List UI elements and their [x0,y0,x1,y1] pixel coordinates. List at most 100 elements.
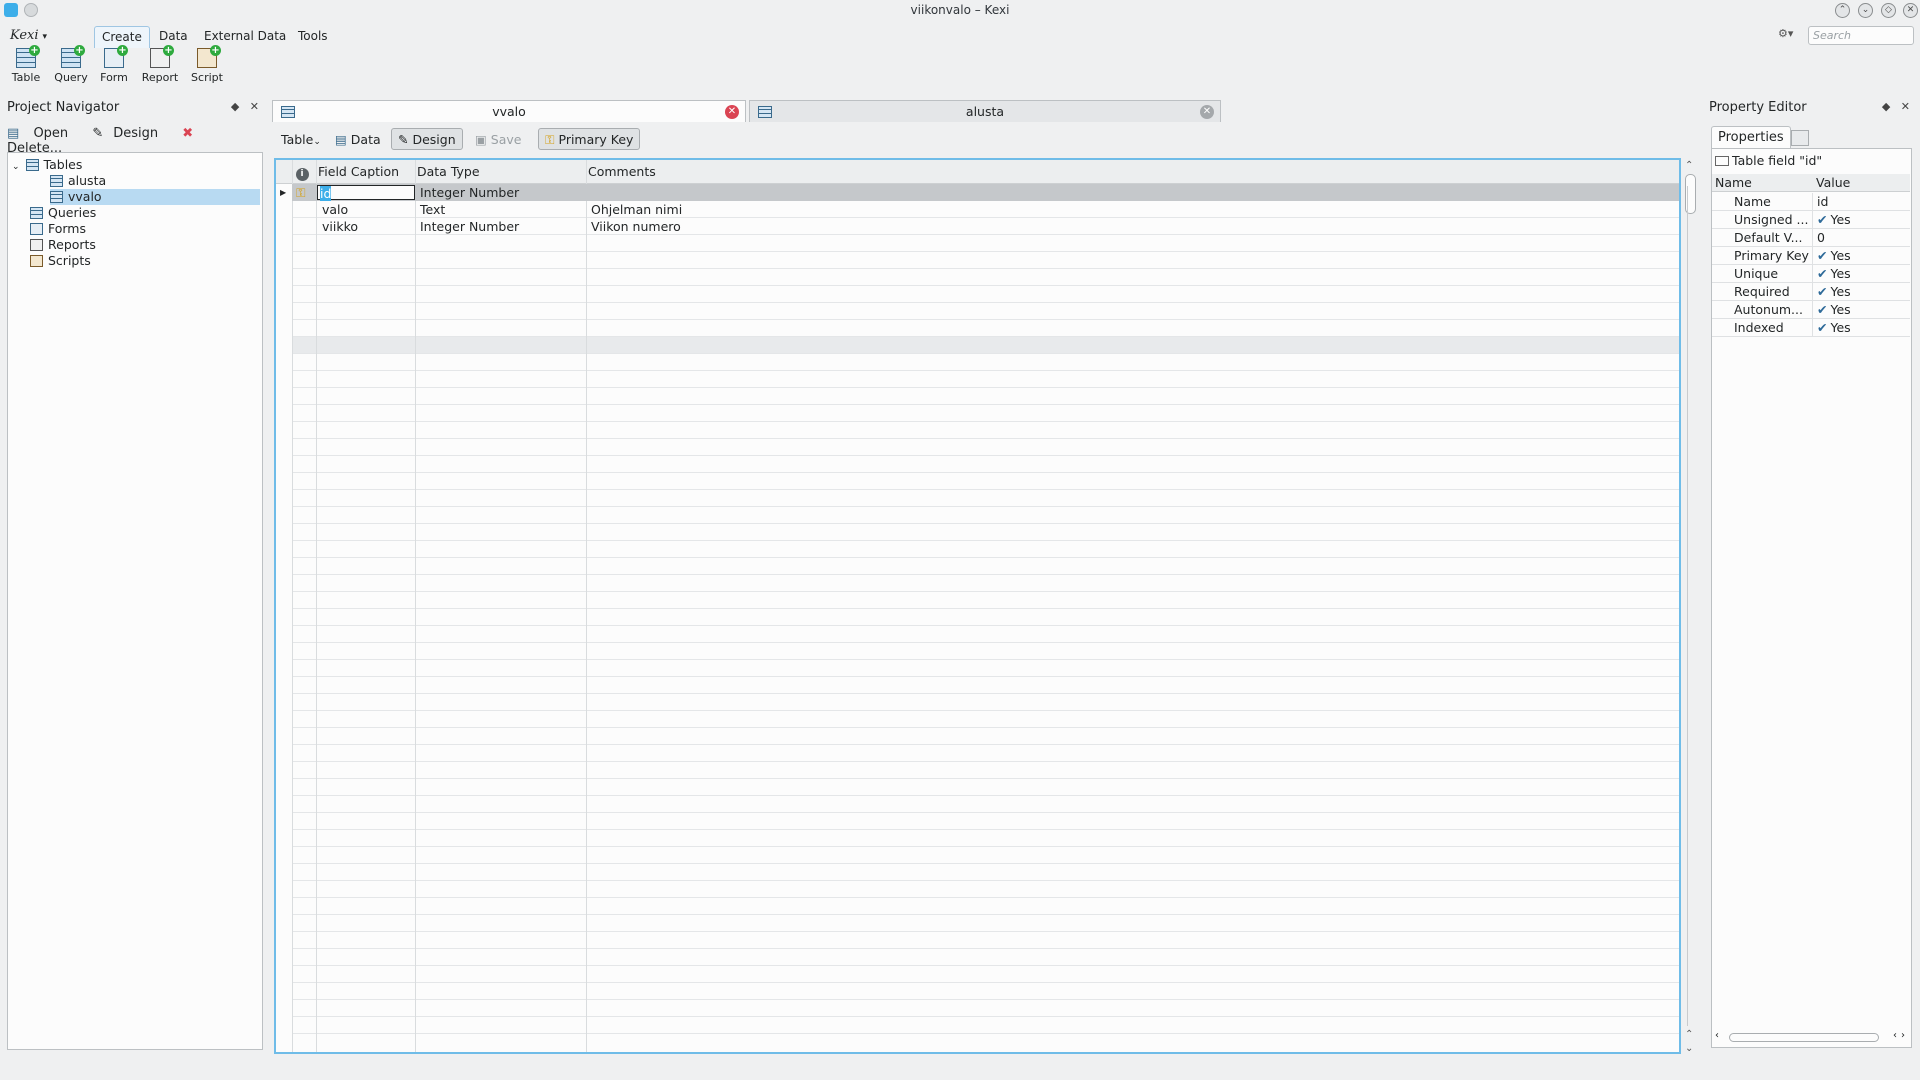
empty-grid-row[interactable] [292,592,1679,609]
property-value[interactable]: 0 [1812,229,1910,247]
scroll-right-icon[interactable]: › [1901,1030,1905,1041]
scroll-up-icon[interactable]: ⌃ [1685,1029,1693,1040]
scroll-left-icon[interactable]: ‹ [1715,1030,1719,1041]
empty-grid-row[interactable] [292,524,1679,541]
data-type-cell[interactable]: Integer Number [420,218,519,235]
user-menu-icon[interactable]: ⚙▾ [1778,27,1800,43]
maximize-icon[interactable]: ◇ [1881,3,1896,18]
tree-item-alusta[interactable]: alusta [50,173,106,189]
empty-grid-row[interactable] [292,269,1679,286]
table-design-grid[interactable]: i Field Caption Data Type Comments ▶ ⚿ i… [274,158,1681,1054]
empty-grid-row[interactable] [292,507,1679,524]
empty-grid-row[interactable] [292,490,1679,507]
float-panel-icon[interactable]: ◆ [231,100,239,113]
empty-grid-row[interactable] [292,456,1679,473]
empty-grid-row[interactable] [292,915,1679,932]
empty-grid-row[interactable] [292,660,1679,677]
property-value[interactable]: ✔ Yes [1812,247,1910,265]
empty-grid-row[interactable] [292,473,1679,490]
empty-grid-row[interactable] [292,779,1679,796]
property-row-unsigned[interactable]: Unsigned ... ✔ Yes [1712,211,1910,229]
empty-grid-row[interactable] [292,558,1679,575]
search-input[interactable]: Search [1808,26,1914,45]
property-row-primary-key[interactable]: Primary Key ✔ Yes [1712,247,1910,265]
primary-key-button[interactable]: ⚿ Primary Key [538,128,641,150]
tree-node-scripts[interactable]: Scripts [30,253,91,269]
vertical-scrollbar[interactable]: ⌃ ⌃ ⌄ [1684,158,1698,1054]
close-panel-icon[interactable]: ✕ [1901,100,1910,113]
tree-node-tables[interactable]: ⌄ Tables [12,157,82,173]
doc-tab-vvalo[interactable]: vvalo ✕ [272,100,746,122]
horizontal-scrollbar[interactable]: ‹ ‹ › [1715,1030,1905,1044]
empty-grid-row[interactable] [292,575,1679,592]
data-type-cell[interactable]: Integer Number [420,184,519,201]
name-column-header[interactable]: Name [1715,174,1752,192]
value-column-header[interactable]: Value [1816,174,1850,192]
empty-grid-row[interactable] [292,388,1679,405]
empty-grid-row[interactable] [292,864,1679,881]
data-type-cell[interactable]: Text [420,201,445,218]
design-view-button[interactable]: ✎ Design [391,128,463,150]
create-form-button[interactable]: + Form [92,45,136,88]
property-value[interactable]: ✔ Yes [1812,319,1910,337]
empty-grid-row[interactable] [292,405,1679,422]
scroll-up-icon[interactable]: ⌃ [1685,160,1693,171]
tab-data[interactable]: Data [152,26,195,48]
empty-grid-row[interactable] [292,1017,1679,1034]
close-tab-icon[interactable]: ✕ [1200,105,1214,119]
comment-cell[interactable]: Viikon numero [591,218,681,235]
empty-grid-row[interactable] [292,201,1679,218]
empty-grid-row[interactable] [292,303,1679,320]
app-menu-button[interactable]: Kexi ▾ [10,28,47,43]
empty-grid-row[interactable] [292,643,1679,660]
field-caption-cell[interactable]: valo [322,201,348,218]
empty-grid-row[interactable] [292,422,1679,439]
empty-grid-row[interactable] [292,949,1679,966]
empty-grid-row[interactable] [292,286,1679,303]
property-value[interactable]: ✔ Yes [1812,301,1910,319]
keep-above-icon[interactable]: ⌃ [1835,3,1850,18]
scroll-left-icon[interactable]: ‹ [1893,1030,1897,1041]
tree-node-reports[interactable]: Reports [30,237,96,253]
empty-grid-row[interactable] [292,439,1679,456]
empty-grid-row[interactable] [292,235,1679,252]
property-row-indexed[interactable]: Indexed ✔ Yes [1712,319,1910,337]
property-row-required[interactable]: Required ✔ Yes [1712,283,1910,301]
tab-properties[interactable]: Properties [1711,126,1791,148]
field-caption-cell[interactable]: viikko [322,218,358,235]
create-query-button[interactable]: + Query [49,45,93,88]
info-tab-icon[interactable] [1791,130,1809,146]
create-report-button[interactable]: + Report [138,45,182,88]
empty-grid-row[interactable] [292,252,1679,269]
tree-item-vvalo[interactable]: vvalo [50,189,260,205]
design-button[interactable]: ✎ Design [92,126,168,141]
empty-grid-row[interactable] [292,813,1679,830]
scroll-down-icon[interactable]: ⌄ [1685,1043,1693,1054]
create-table-button[interactable]: + Table [4,45,48,88]
empty-grid-row[interactable] [292,541,1679,558]
empty-grid-row[interactable] [292,694,1679,711]
property-row-name[interactable]: Name id [1712,193,1910,211]
create-script-button[interactable]: + Script [185,45,229,88]
empty-grid-row[interactable] [292,762,1679,779]
table-menu-button[interactable]: Table⌄ [274,128,328,150]
collapse-arrow-icon[interactable]: ⌄ [12,162,20,172]
data-view-button[interactable]: ▤ Data [328,128,388,150]
close-panel-icon[interactable]: ✕ [250,100,259,113]
empty-grid-row[interactable] [292,677,1679,694]
open-button[interactable]: ▤ Open [7,126,78,141]
close-tab-icon[interactable]: ✕ [725,105,739,119]
property-row-default-value[interactable]: Default V... 0 [1712,229,1910,247]
doc-tab-alusta[interactable]: alusta ✕ [749,100,1221,122]
property-value[interactable]: ✔ Yes [1812,211,1910,229]
info-column-header[interactable]: i [292,160,312,184]
empty-grid-row[interactable] [292,745,1679,762]
empty-grid-row[interactable] [292,932,1679,949]
float-panel-icon[interactable]: ◆ [1882,100,1890,113]
empty-grid-row[interactable] [292,966,1679,983]
tree-node-forms[interactable]: Forms [30,221,86,237]
empty-grid-row[interactable] [292,711,1679,728]
field-caption-editor[interactable]: id [317,185,415,201]
property-row-autonumber[interactable]: Autonum... ✔ Yes [1712,301,1910,319]
empty-grid-row[interactable] [292,881,1679,898]
